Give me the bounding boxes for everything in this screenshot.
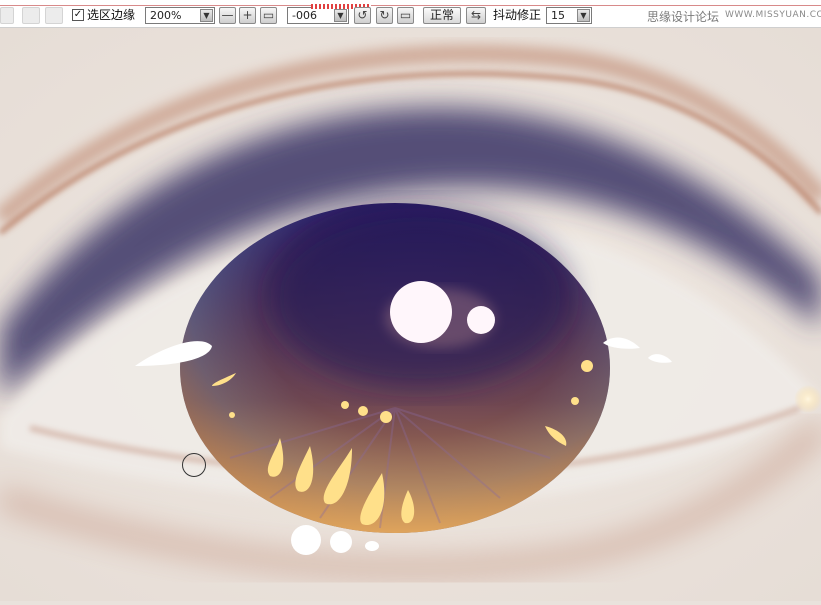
rotate-left-icon[interactable]: ↺ — [354, 7, 371, 24]
watermark-url: WWW.MISSYUAN.COM — [725, 10, 821, 20]
flip-horizontal-icon[interactable]: ⇆ — [466, 7, 486, 24]
rotate-reset-button[interactable]: ▭ — [397, 7, 414, 24]
rotation-select[interactable]: -006 ▼ — [287, 7, 349, 24]
watermark-text: 思缘设计论坛 — [647, 10, 720, 24]
zoom-reset-button[interactable]: ▭ — [260, 7, 277, 24]
toolbar: ✓ 选区边缘 200% ▼ — + ▭ -006 ▼ ↺ ↻ ▭ 正常 ⇆ 抖动… — [0, 0, 821, 28]
chevron-down-icon[interactable]: ▼ — [334, 9, 347, 22]
mode-button[interactable]: 正常 — [423, 7, 461, 24]
tool-button-disabled[interactable] — [0, 7, 14, 24]
chevron-down-icon[interactable]: ▼ — [200, 9, 213, 22]
rotate-right-icon[interactable]: ↻ — [376, 7, 393, 24]
stabilizer-label: 抖动修正 — [493, 8, 542, 22]
drawing-canvas[interactable] — [0, 28, 821, 601]
tool-button-disabled[interactable] — [45, 7, 63, 24]
selection-edge-label: 选区边缘 — [87, 8, 136, 22]
selection-edge-checkbox[interactable]: ✓ — [72, 9, 84, 21]
zoom-in-button[interactable]: + — [239, 7, 256, 24]
eye-artwork — [0, 28, 821, 601]
tool-button-disabled[interactable] — [22, 7, 40, 24]
rotation-value: -006 — [292, 9, 317, 22]
stabilizer-select[interactable]: 15 ▼ — [546, 7, 592, 24]
zoom-value: 200% — [150, 9, 182, 22]
chevron-down-icon[interactable]: ▼ — [577, 9, 590, 22]
brush-cursor — [182, 453, 206, 477]
zoom-out-button[interactable]: — — [219, 7, 236, 24]
zoom-select[interactable]: 200% ▼ — [145, 7, 215, 24]
stabilizer-value: 15 — [551, 9, 565, 22]
ruler-line — [0, 5, 821, 6]
